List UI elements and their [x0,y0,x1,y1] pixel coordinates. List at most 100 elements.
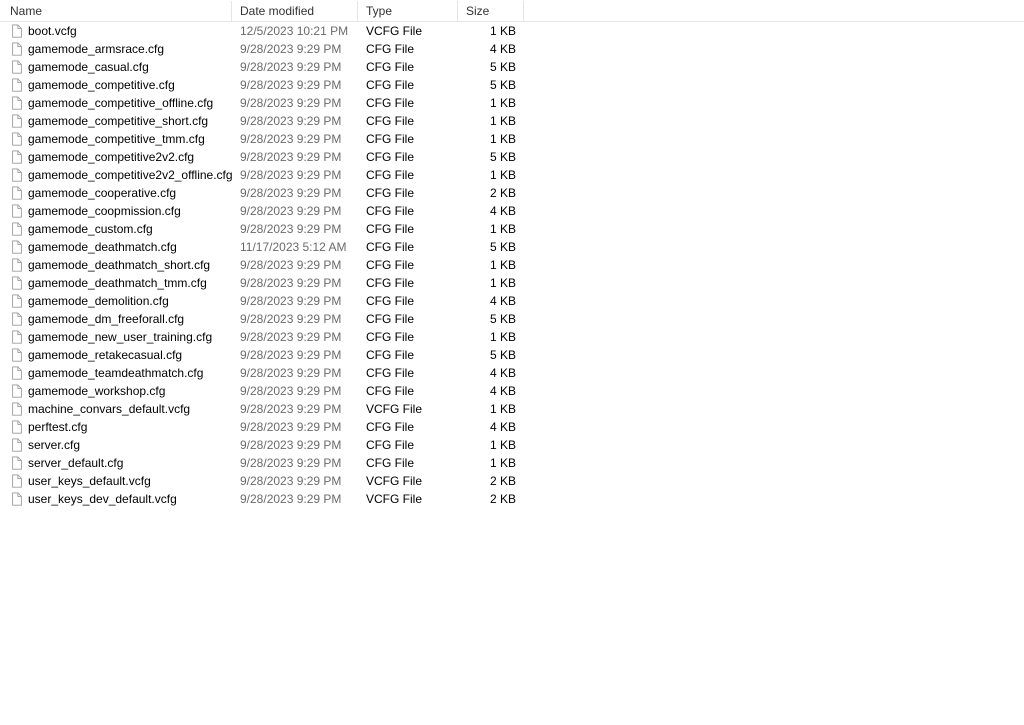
file-name-cell: gamemode_workshop.cfg [0,384,232,398]
file-type: CFG File [358,456,458,470]
file-row[interactable]: gamemode_new_user_training.cfg9/28/2023 … [0,328,1024,346]
file-type: CFG File [358,312,458,326]
file-name-cell: gamemode_coopmission.cfg [0,204,232,218]
file-icon [10,492,24,506]
file-name-cell: gamemode_competitive.cfg [0,78,232,92]
file-name-cell: gamemode_deathmatch_tmm.cfg [0,276,232,290]
file-row[interactable]: gamemode_teamdeathmatch.cfg9/28/2023 9:2… [0,364,1024,382]
file-name: gamemode_competitive2v2.cfg [28,150,194,164]
file-date: 9/28/2023 9:29 PM [232,366,358,380]
file-name-cell: gamemode_dm_freeforall.cfg [0,312,232,326]
file-row[interactable]: user_keys_dev_default.vcfg9/28/2023 9:29… [0,490,1024,508]
file-row[interactable]: gamemode_competitive_tmm.cfg9/28/2023 9:… [0,130,1024,148]
file-name-cell: gamemode_casual.cfg [0,60,232,74]
file-name-cell: gamemode_competitive2v2_offline.cfg [0,168,232,182]
file-size: 5 KB [458,312,524,326]
file-row[interactable]: boot.vcfg12/5/2023 10:21 PMVCFG File1 KB [0,22,1024,40]
file-row[interactable]: gamemode_dm_freeforall.cfg9/28/2023 9:29… [0,310,1024,328]
file-name: perftest.cfg [28,420,87,434]
file-icon [10,186,24,200]
file-name: gamemode_demolition.cfg [28,294,169,308]
file-icon [10,420,24,434]
file-row[interactable]: gamemode_competitive.cfg9/28/2023 9:29 P… [0,76,1024,94]
file-size: 5 KB [458,150,524,164]
file-row[interactable]: gamemode_competitive2v2_offline.cfg9/28/… [0,166,1024,184]
file-type: CFG File [358,96,458,110]
file-type: VCFG File [358,24,458,38]
file-row[interactable]: machine_convars_default.vcfg9/28/2023 9:… [0,400,1024,418]
file-row[interactable]: gamemode_competitive2v2.cfg 9/28/2023 9:2… [0,148,1024,166]
column-header-date[interactable]: Date modified [232,1,358,21]
file-date: 9/28/2023 9:29 PM [232,150,358,164]
file-date: 9/28/2023 9:29 PM [232,474,358,488]
file-row[interactable]: gamemode_demolition.cfg 9/28/2023 9:29 PM… [0,292,1024,310]
file-row[interactable]: gamemode_custom.cfg9/28/2023 9:29 PMCFG … [0,220,1024,238]
file-row[interactable]: gamemode_casual.cfg9/28/2023 9:29 PMCFG … [0,58,1024,76]
file-date: 9/28/2023 9:29 PM [232,60,358,74]
file-name: gamemode_casual.cfg [28,60,149,74]
file-type: CFG File [358,204,458,218]
file-date: 9/28/2023 9:29 PM [232,330,358,344]
file-row[interactable]: gamemode_deathmatch.cfg11/17/2023 5:12 A… [0,238,1024,256]
file-date: 9/28/2023 9:29 PM [232,78,358,92]
file-size: 5 KB [458,60,524,74]
file-row[interactable]: gamemode_coopmission.cfg9/28/2023 9:29 P… [0,202,1024,220]
file-icon [10,366,24,380]
file-icon [10,24,24,38]
file-name: gamemode_competitive_short.cfg [28,114,208,128]
file-date: 9/28/2023 9:29 PM [232,258,358,272]
file-size: 4 KB [458,384,524,398]
file-row[interactable]: gamemode_deathmatch_short.cfg9/28/2023 9… [0,256,1024,274]
file-type: CFG File [358,222,458,236]
file-type: CFG File [358,348,458,362]
file-icon [10,276,24,290]
file-date: 12/5/2023 10:21 PM [232,24,358,38]
file-icon [10,330,24,344]
file-row[interactable]: gamemode_workshop.cfg9/28/2023 9:29 PMCF… [0,382,1024,400]
file-row[interactable]: gamemode_competitive_short.cfg9/28/2023 … [0,112,1024,130]
file-row[interactable]: gamemode_competitive_offline.cfg9/28/202… [0,94,1024,112]
file-name-cell: gamemode_deathmatch.cfg [0,240,232,254]
file-type: CFG File [358,168,458,182]
file-name-cell: gamemode_retakecasual.cfg [0,348,232,362]
file-row[interactable]: server.cfg9/28/2023 9:29 PMCFG File1 KB [0,436,1024,454]
file-name-cell: perftest.cfg [0,420,232,434]
file-size: 5 KB [458,240,524,254]
file-row[interactable]: gamemode_retakecasual.cfg9/28/2023 9:29 … [0,346,1024,364]
file-icon [10,114,24,128]
file-row[interactable]: user_keys_default.vcfg9/28/2023 9:29 PMV… [0,472,1024,490]
file-icon [10,438,24,452]
file-size: 1 KB [458,402,524,416]
file-name-cell: gamemode_competitive_short.cfg [0,114,232,128]
file-name: gamemode_deathmatch_tmm.cfg [28,276,207,290]
file-name-cell: boot.vcfg [0,24,232,38]
file-size: 2 KB [458,492,524,506]
file-row[interactable]: gamemode_armsrace.cfg9/28/2023 9:29 PMCF… [0,40,1024,58]
file-date: 9/28/2023 9:29 PM [232,348,358,362]
file-row[interactable]: gamemode_deathmatch_tmm.cfg9/28/2023 9:2… [0,274,1024,292]
file-row[interactable]: server_default.cfg9/28/2023 9:29 PMCFG F… [0,454,1024,472]
column-header-size[interactable]: Size [458,1,524,21]
file-icon [10,168,24,182]
file-type: CFG File [358,42,458,56]
file-row[interactable]: gamemode_cooperative.cfg9/28/2023 9:29 P… [0,184,1024,202]
file-type: CFG File [358,240,458,254]
file-type: CFG File [358,384,458,398]
file-icon [10,204,24,218]
file-row[interactable]: perftest.cfg9/28/2023 9:29 PMCFG File4 K… [0,418,1024,436]
file-name-cell: gamemode_new_user_training.cfg [0,330,232,344]
file-size: 4 KB [458,366,524,380]
file-type: VCFG File [358,402,458,416]
file-size: 5 KB [458,348,524,362]
column-header-name[interactable]: Name [0,1,232,21]
file-size: 4 KB [458,294,524,308]
file-size: 5 KB [458,78,524,92]
file-type: CFG File [358,330,458,344]
file-size: 1 KB [458,276,524,290]
file-date: 9/28/2023 9:29 PM [232,96,358,110]
file-date: 9/28/2023 9:29 PM [232,420,358,434]
file-type: CFG File [358,366,458,380]
column-header-type[interactable]: Type [358,1,458,21]
file-type: CFG File [358,258,458,272]
file-date: 9/28/2023 9:29 PM [232,294,358,308]
